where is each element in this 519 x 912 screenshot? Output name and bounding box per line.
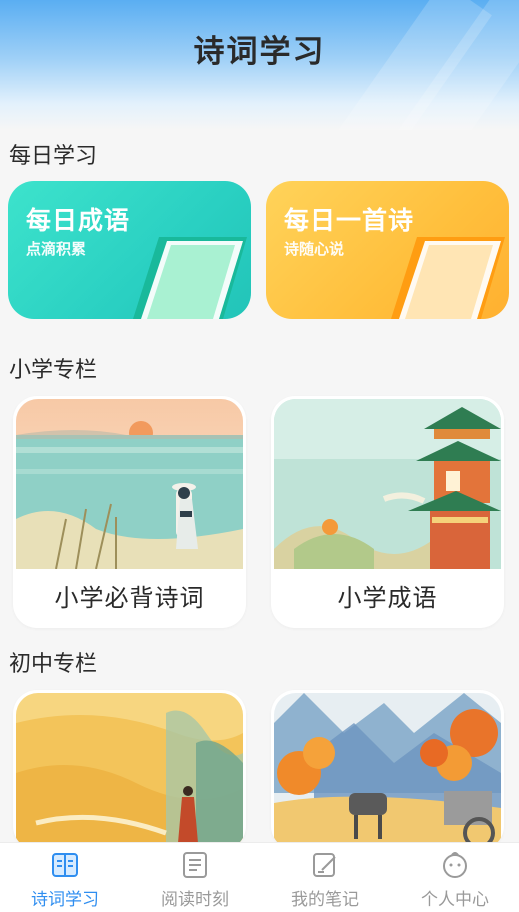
edit-note-icon (313, 853, 336, 877)
junior-card-2[interactable] (271, 690, 504, 850)
tab-reading-time[interactable]: 阅读时刻 (130, 843, 260, 912)
daily-idiom-subtitle: 点滴积累 (26, 240, 87, 258)
book-icon (52, 853, 78, 877)
daily-poem-subtitle: 诗随心说 (284, 240, 345, 258)
face-icon (443, 852, 467, 878)
primary-idioms-card[interactable]: 小学成语 (271, 396, 504, 628)
primary-idioms-label: 小学成语 (337, 584, 438, 612)
primary-poems-card[interactable]: 小学必背诗词 (13, 396, 246, 628)
tab-my-notes[interactable]: 我的笔记 (260, 843, 390, 912)
primary-poems-illustration (16, 399, 243, 569)
tab-poetry-study-label: 诗词学习 (31, 890, 99, 910)
section-title-junior: 初中专栏 (9, 652, 98, 677)
book-illustration-icon (391, 237, 505, 319)
junior-card-1[interactable] (13, 690, 246, 850)
section-title-daily: 每日学习 (9, 144, 98, 169)
tab-reading-time-label: 阅读时刻 (161, 890, 229, 910)
primary-poems-label: 小学必背诗词 (54, 584, 205, 612)
junior-card-2-illustration (274, 693, 501, 850)
primary-idioms-illustration (274, 399, 501, 569)
tab-personal-center[interactable]: 个人中心 (390, 843, 519, 912)
tab-personal-center-label: 个人中心 (421, 890, 489, 910)
daily-poem-card[interactable]: 每日一首诗 诗随心说 (266, 181, 509, 319)
tab-poetry-study[interactable]: 诗词学习 (0, 843, 130, 912)
tab-my-notes-label: 我的笔记 (291, 890, 359, 910)
section-title-primary: 小学专栏 (9, 358, 98, 383)
book-illustration-icon (133, 237, 247, 319)
daily-idiom-card[interactable]: 每日成语 点滴积累 (8, 181, 251, 319)
page-title: 诗词学习 (193, 34, 326, 70)
document-icon (183, 852, 207, 878)
junior-card-1-illustration (16, 693, 243, 850)
bottom-tab-bar: 诗词学习 阅读时刻 我的笔记 个人中心 (0, 842, 519, 912)
